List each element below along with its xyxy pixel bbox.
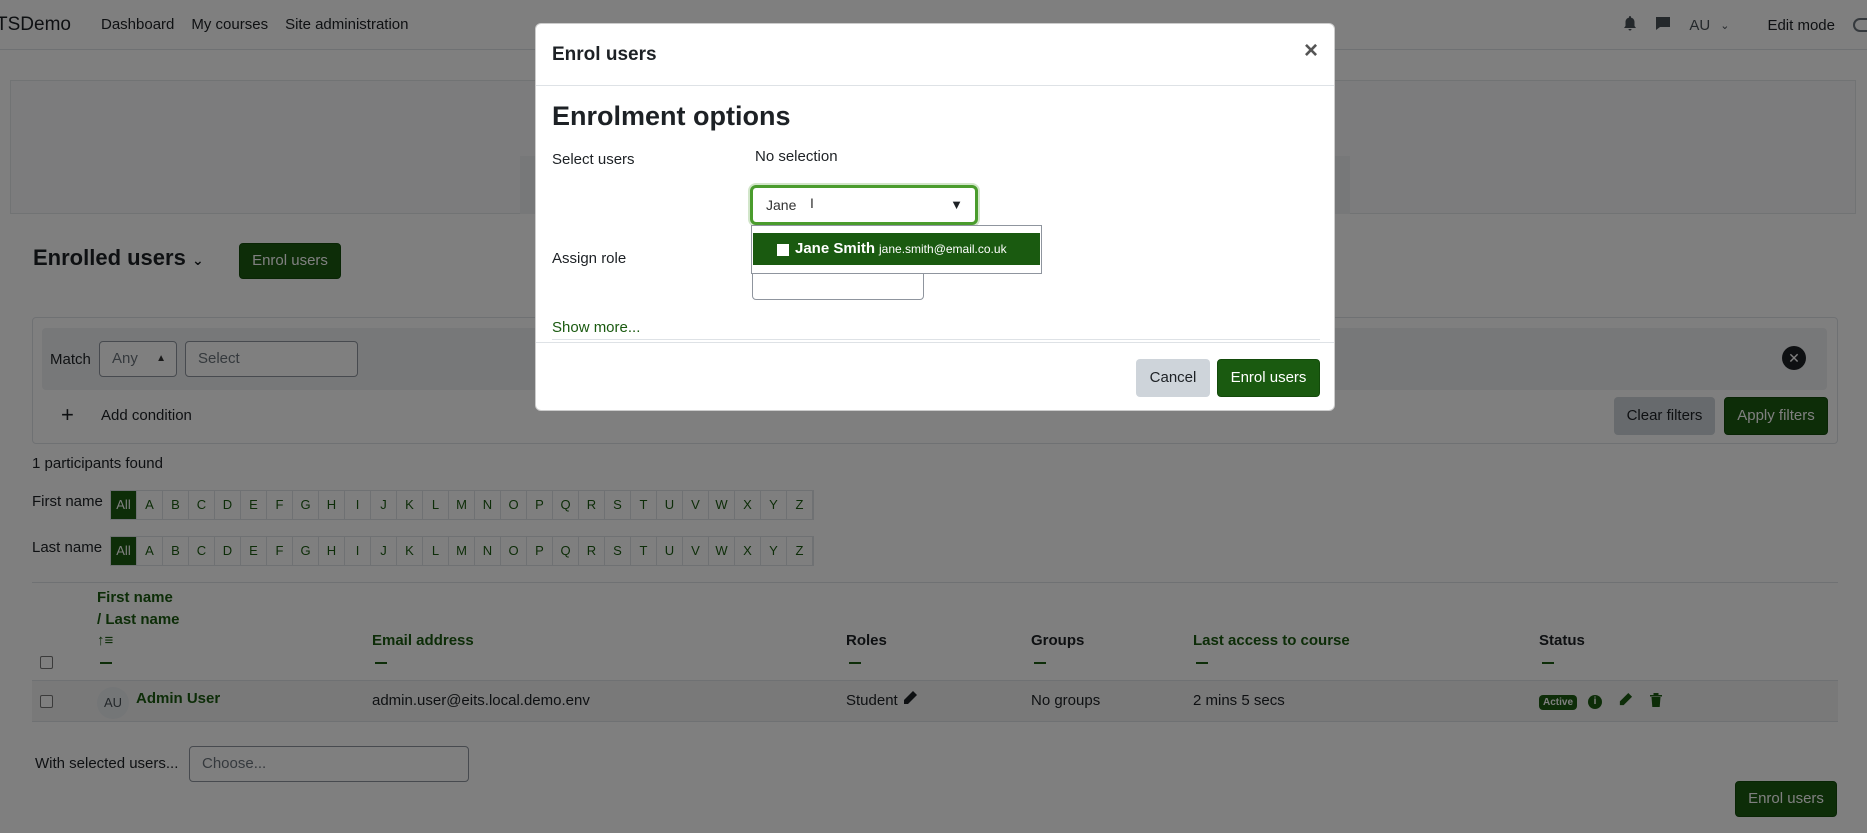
text-cursor-icon: I	[810, 195, 814, 211]
close-icon[interactable]: ×	[1304, 39, 1318, 63]
no-selection-text: No selection	[755, 148, 838, 165]
show-more-link[interactable]: Show more...	[552, 319, 640, 336]
search-value: Jane	[766, 197, 797, 213]
cancel-button[interactable]: Cancel	[1136, 359, 1210, 397]
modal-title: Enrol users	[552, 44, 657, 65]
dropdown-arrow-icon[interactable]: ▼	[950, 197, 963, 212]
modal-footer: Cancel Enrol users	[536, 342, 1334, 410]
user-suggestions-list: Jane Smith jane.smith@email.co.uk	[751, 225, 1042, 274]
suggestion-email: jane.smith@email.co.uk	[879, 242, 1007, 256]
enrol-users-submit-button[interactable]: Enrol users	[1217, 359, 1320, 397]
user-search-input[interactable]: Jane I ▼	[750, 185, 978, 225]
enrol-users-modal: Enrol users × Enrolment options Select u…	[535, 23, 1335, 411]
section-title: Enrolment options	[552, 101, 791, 131]
suggestion-item[interactable]: Jane Smith jane.smith@email.co.uk	[753, 233, 1040, 265]
modal-header: Enrol users ×	[536, 24, 1334, 86]
divider	[552, 339, 1320, 340]
assign-role-label: Assign role	[552, 250, 627, 267]
user-icon	[777, 244, 789, 256]
select-users-label: Select users	[552, 151, 635, 168]
suggestion-name: Jane Smith	[795, 240, 876, 257]
